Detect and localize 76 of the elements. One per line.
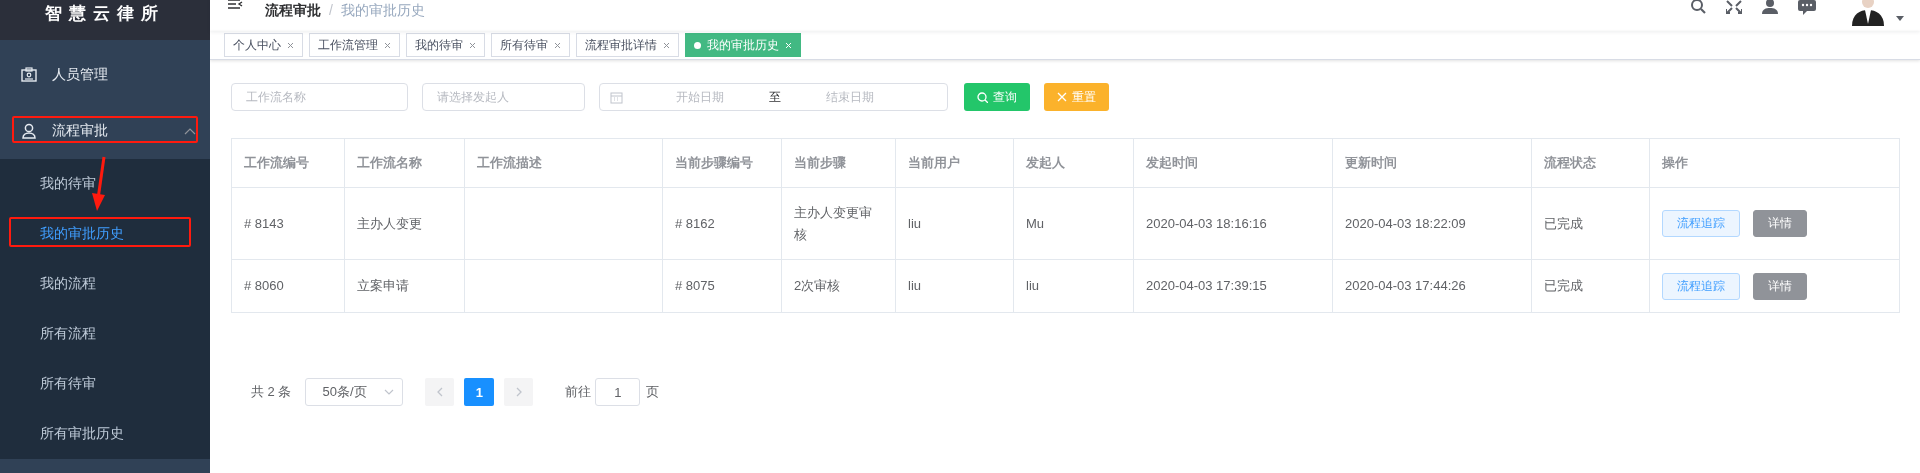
column-header: 当前用户 [895, 138, 1014, 188]
close-icon[interactable] [287, 41, 294, 49]
search-icon [977, 91, 988, 103]
table-cell: # 8143 [231, 187, 345, 260]
submenu-item[interactable]: 我的流程 [0, 259, 210, 309]
chevron-right-icon [515, 387, 522, 397]
column-header: 流程状态 [1531, 138, 1650, 188]
table-cell: 主办人变更 [344, 187, 465, 260]
close-icon[interactable] [554, 41, 561, 49]
submenu-item[interactable]: 所有流程 [0, 309, 210, 359]
date-range-picker[interactable]: 开始日期 至 结束日期 [599, 83, 948, 111]
initiator-field[interactable]: 请选择发起人 [422, 83, 585, 111]
total-count: 共 2 条 [251, 383, 292, 401]
column-header: 发起时间 [1133, 138, 1333, 188]
column-header: 工作流名称 [344, 138, 465, 188]
user-icon[interactable] [1762, 0, 1778, 14]
breadcrumb-link[interactable]: 流程审批 [265, 1, 321, 19]
column-header: 工作流描述 [464, 138, 663, 188]
app-name: 智慧云律所 [45, 3, 165, 25]
goto-label: 前往 [565, 383, 592, 401]
table-cell: 立案申请 [344, 259, 465, 313]
submenu-item[interactable]: 我的待审 [0, 159, 210, 209]
table-cell: 2020-04-03 17:44:26 [1332, 259, 1532, 313]
active-dot-icon [694, 41, 701, 49]
page-size-select[interactable]: 50条/页 [305, 378, 404, 406]
calendar-icon [610, 90, 623, 104]
tab[interactable]: 个人中心 [224, 33, 303, 57]
table-cell: # 8075 [662, 259, 782, 313]
close-icon[interactable] [384, 41, 391, 49]
user-icon [20, 122, 38, 140]
menu-item[interactable]: 人员管理 [0, 47, 210, 103]
avatar[interactable] [1850, 0, 1886, 26]
column-header: 发起人 [1013, 138, 1134, 188]
column-header: 当前步骤编号 [662, 138, 782, 188]
chevron-down-icon [384, 389, 395, 395]
table-cell: 已完成 [1531, 259, 1650, 313]
table-cell: 2020-04-03 18:22:09 [1332, 187, 1532, 260]
breadcrumb-separator: / [329, 1, 333, 19]
id-card-icon [20, 66, 38, 84]
close-icon [1057, 92, 1067, 102]
close-icon[interactable] [469, 41, 476, 49]
search-icon[interactable] [1690, 0, 1706, 14]
tab[interactable]: 所有待审 [491, 33, 570, 57]
menu-icon[interactable] [228, 0, 243, 9]
table-cell: 2020-04-03 18:16:16 [1133, 187, 1333, 260]
table-cell: Mu [1013, 187, 1134, 260]
column-header: 工作流编号 [231, 138, 345, 188]
fullscreen-icon[interactable] [1726, 0, 1742, 14]
column-header: 当前步骤 [781, 138, 896, 188]
submenu-item[interactable]: 所有待审 [0, 359, 210, 409]
table-cell: liu [895, 187, 1014, 260]
page-suffix: 页 [646, 383, 660, 401]
column-header: 更新时间 [1332, 138, 1532, 188]
tab[interactable]: 我的待审 [406, 33, 485, 57]
table-cell: # 8162 [662, 187, 782, 260]
submenu-item[interactable]: 所有审批历史 [0, 409, 210, 459]
workflow-name-field[interactable]: 工作流名称 [231, 83, 408, 111]
range-separator: 至 [768, 88, 782, 106]
tab[interactable]: 流程审批详情 [576, 33, 679, 57]
chat-icon[interactable] [1798, 0, 1816, 15]
tab[interactable]: 工作流管理 [309, 33, 400, 57]
table-cell: 2次审核 [781, 259, 896, 313]
breadcrumb-current: 我的审批历史 [340, 1, 425, 19]
menu-item[interactable]: 流程审批 [0, 103, 210, 159]
chevron-left-icon [436, 387, 443, 397]
submenu-item[interactable]: 我的审批历史 [0, 209, 210, 259]
caret-icon[interactable] [1896, 16, 1904, 21]
table-cell: liu [1013, 259, 1134, 313]
close-icon[interactable] [663, 41, 670, 49]
table-cell: 主办人变更审核 [781, 187, 896, 260]
table-cell: 已完成 [1531, 187, 1650, 260]
table-cell: 2020-04-03 17:39:15 [1133, 259, 1333, 313]
table-cell: liu [895, 259, 1014, 313]
page-number-field[interactable]: 1 [595, 378, 641, 406]
column-header: 操作 [1649, 138, 1900, 188]
table-cell: # 8060 [231, 259, 345, 313]
